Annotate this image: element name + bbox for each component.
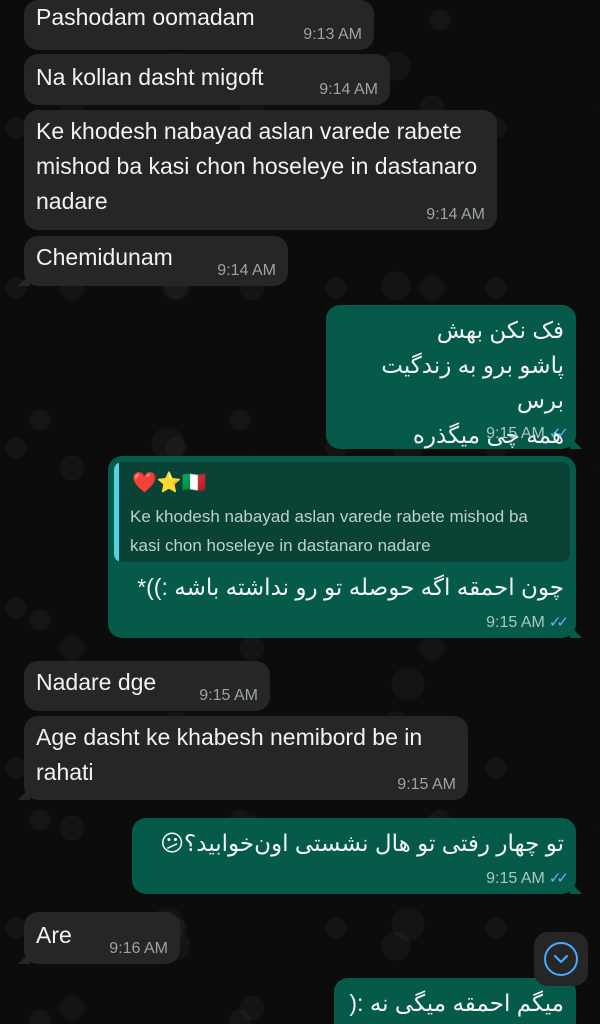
- message-line: پاشو برو به زندگیت برس: [381, 352, 564, 413]
- message-time: 9:15 AM: [486, 870, 545, 887]
- message-time: 9:15 AM: [486, 425, 545, 442]
- double-check-icon: ✓✓: [548, 870, 569, 887]
- chevron-down-icon: [544, 942, 578, 976]
- message-time: 9:15 AM: [199, 687, 258, 704]
- message-text: تو چهار رفتی تو هال نشستی اون‌خوابید؟😕: [160, 830, 564, 856]
- message-bubble-outgoing[interactable]: فک نکن بهش پاشو برو به زندگیت برس همه چی…: [326, 305, 582, 449]
- bubble-tail: [18, 274, 30, 286]
- reply-quote[interactable]: ❤️⭐🇮🇹 Ke khodesh nabayad aslan varede ra…: [114, 462, 570, 562]
- bubble-tail: [570, 626, 582, 638]
- message-text: Ke khodesh nabayad aslan varede rabete m…: [36, 118, 478, 214]
- message-bubble-outgoing[interactable]: میگم احمقه میگی نه :(: [334, 978, 576, 1024]
- message-bubble-incoming[interactable]: Pashodam oomadam 9:13 AM: [24, 0, 374, 50]
- message-bubble-incoming[interactable]: Na kollan dasht migoft 9:14 AM: [24, 54, 390, 105]
- message-time: 9:14 AM: [426, 206, 485, 223]
- message-time: 9:14 AM: [217, 262, 276, 279]
- chat-area[interactable]: Pashodam oomadam 9:13 AM Na kollan dasht…: [0, 0, 600, 1024]
- scroll-to-bottom-button[interactable]: [534, 932, 588, 986]
- bubble-tail: [570, 437, 582, 449]
- message-meta: 9:15 AM ✓✓: [486, 614, 569, 632]
- quote-emoji: ❤️⭐🇮🇹: [132, 472, 207, 494]
- message-time: 9:16 AM: [109, 940, 168, 957]
- message-time: 9:14 AM: [319, 81, 378, 98]
- message-text: میگم احمقه میگی نه :(: [349, 990, 564, 1016]
- message-time: 9:15 AM: [397, 776, 456, 793]
- message-meta: 9:15 AM ✓✓: [486, 870, 569, 888]
- message-bubble-incoming[interactable]: Chemidunam 9:14 AM: [18, 236, 288, 286]
- message-text: Age dasht ke khabesh nemibord be in raha…: [36, 724, 423, 785]
- bubble-tail: [570, 882, 582, 894]
- message-line: فک نکن بهش: [436, 317, 564, 343]
- message-meta: 9:15 AM ✓✓: [486, 425, 569, 443]
- message-bubble-incoming[interactable]: Nadare dge 9:15 AM: [24, 661, 270, 711]
- message-bubble-outgoing[interactable]: تو چهار رفتی تو هال نشستی اون‌خوابید؟😕 9…: [132, 818, 582, 894]
- message-bubble-incoming[interactable]: Are 9:16 AM: [18, 912, 180, 964]
- message-time: 9:15 AM: [486, 614, 545, 631]
- message-bubble-incoming[interactable]: Age dasht ke khabesh nemibord be in raha…: [18, 716, 468, 800]
- message-bubble-incoming[interactable]: Ke khodesh nabayad aslan varede rabete m…: [24, 110, 497, 230]
- bubble-tail: [18, 952, 30, 964]
- quote-text: Ke khodesh nabayad aslan varede rabete m…: [130, 507, 528, 555]
- bubble-tail: [18, 788, 30, 800]
- double-check-icon: ✓✓: [548, 425, 569, 442]
- double-check-icon: ✓✓: [548, 614, 569, 631]
- quote-accent-bar: [114, 462, 119, 562]
- message-text: چون احمقه اگه حوصله تو رو نداشته باشه :)…: [137, 574, 564, 600]
- message-time: 9:13 AM: [303, 26, 362, 43]
- message-bubble-outgoing[interactable]: ❤️⭐🇮🇹 Ke khodesh nabayad aslan varede ra…: [108, 456, 582, 638]
